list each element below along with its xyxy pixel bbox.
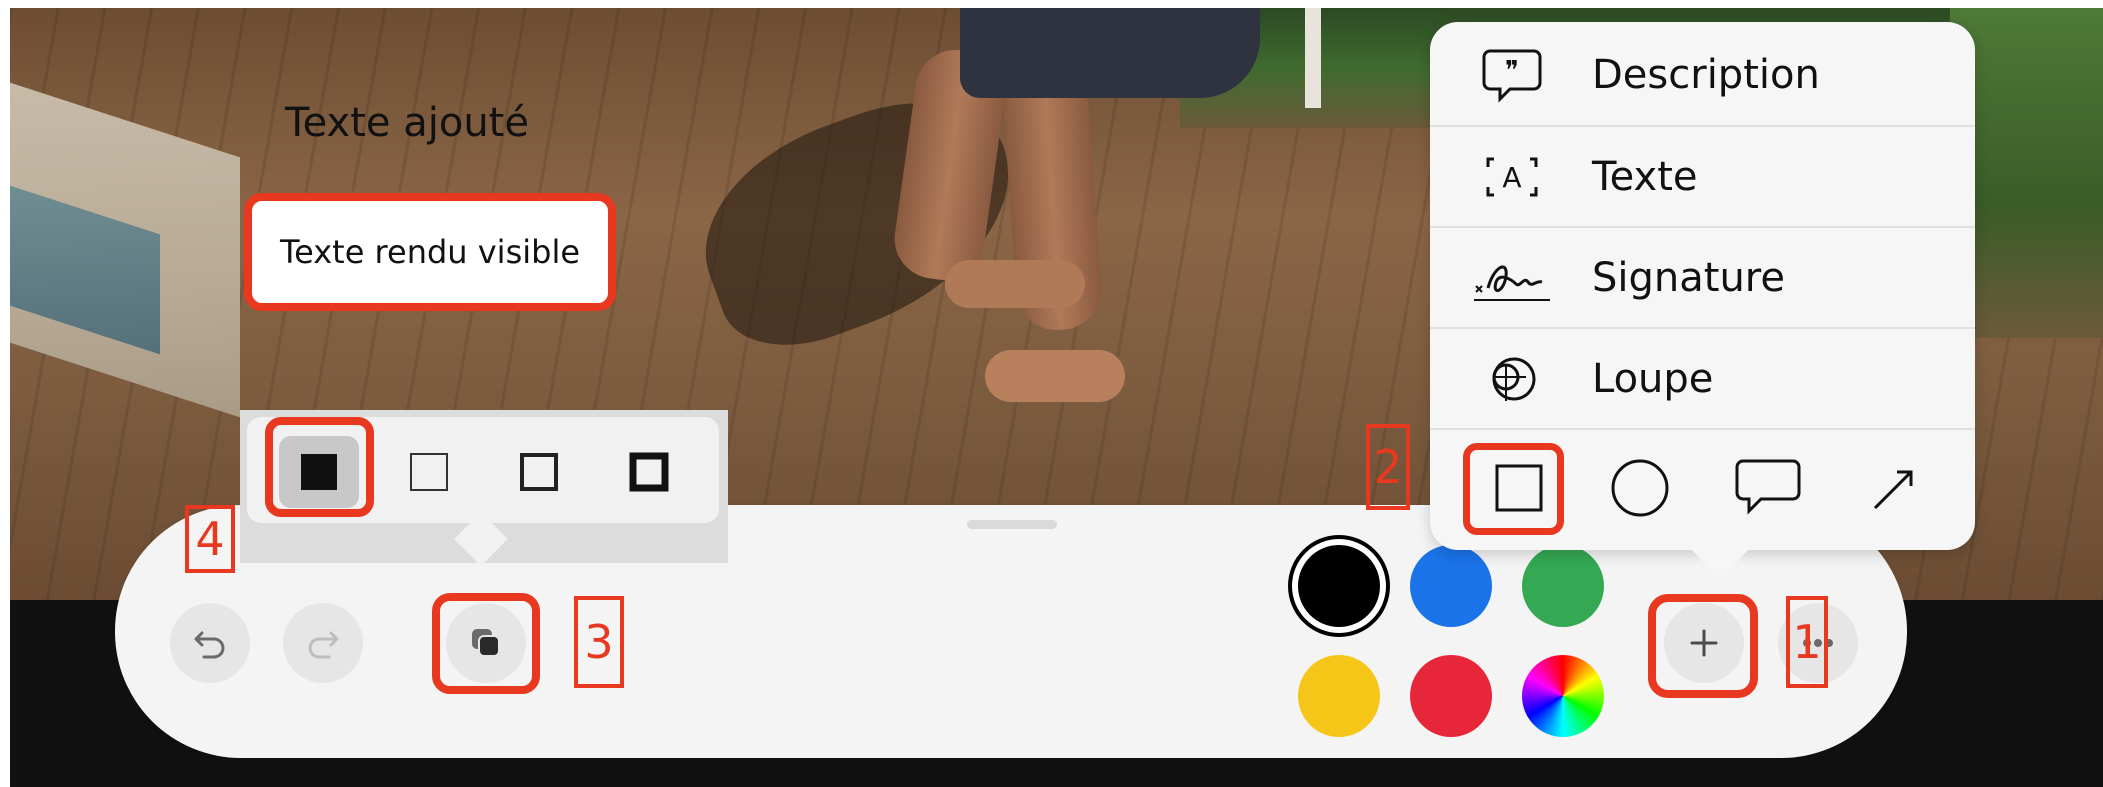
arrow-shape-icon bbox=[1873, 470, 1913, 510]
color-swatch-blue[interactable] bbox=[1410, 545, 1492, 627]
speech-bubble-quote-icon: ❞ bbox=[1452, 25, 1572, 125]
redo-button[interactable] bbox=[283, 603, 363, 683]
undo-icon bbox=[194, 631, 225, 659]
menu-item-label: Texte bbox=[1592, 154, 1698, 200]
medium-outline-square-option[interactable] bbox=[499, 436, 579, 508]
thick-outline-square-icon bbox=[629, 452, 669, 492]
menu-item-description[interactable]: ❞ Description bbox=[1430, 25, 1975, 125]
speech-bubble-shape-button[interactable] bbox=[1733, 453, 1803, 523]
highlight-filled-square-option bbox=[265, 417, 374, 517]
medium-outline-square-icon bbox=[520, 453, 558, 491]
circle-shape-icon bbox=[1611, 459, 1669, 517]
svg-text:❞: ❞ bbox=[1505, 56, 1519, 86]
callout-number-3: 3 bbox=[574, 596, 624, 688]
color-swatch-black[interactable] bbox=[1298, 545, 1380, 627]
highlight-square-shape bbox=[1463, 443, 1564, 535]
highlight-add-button bbox=[1648, 594, 1758, 698]
redo-icon bbox=[308, 631, 339, 659]
person-foot-left bbox=[945, 260, 1085, 308]
added-text-annotation[interactable]: Texte ajouté bbox=[285, 95, 585, 151]
menu-item-label: Loupe bbox=[1592, 356, 1714, 402]
left-edge bbox=[0, 0, 10, 787]
highlight-shape-style-button bbox=[432, 593, 540, 694]
person-foot-right bbox=[985, 350, 1125, 402]
menu-divider bbox=[1430, 428, 1975, 430]
callout-number-4: 4 bbox=[185, 505, 235, 573]
textbox-label: Texte rendu visible bbox=[279, 233, 581, 271]
svg-text:A: A bbox=[1502, 161, 1521, 194]
callout-number-1: 1 bbox=[1786, 596, 1828, 688]
text-box-icon: A bbox=[1452, 127, 1572, 227]
thin-outline-square-icon bbox=[410, 453, 448, 491]
menu-item-text[interactable]: A Texte bbox=[1430, 127, 1975, 227]
visible-text-box-annotation[interactable]: Texte rendu visible bbox=[244, 193, 616, 311]
thick-outline-square-option[interactable] bbox=[609, 436, 689, 508]
menu-item-magnifier[interactable]: Loupe bbox=[1430, 329, 1975, 429]
color-swatch-green[interactable] bbox=[1522, 545, 1604, 627]
callout-number-2: 2 bbox=[1366, 424, 1410, 510]
thin-outline-square-option[interactable] bbox=[389, 436, 469, 508]
color-swatch-yellow[interactable] bbox=[1298, 655, 1380, 737]
signature-icon bbox=[1452, 228, 1572, 328]
color-wheel-swatch[interactable] bbox=[1522, 655, 1604, 737]
menu-item-label: Description bbox=[1592, 52, 1820, 98]
color-swatch-red[interactable] bbox=[1410, 655, 1492, 737]
speech-bubble-shape-icon bbox=[1735, 459, 1801, 515]
magnifier-icon bbox=[1452, 329, 1572, 429]
top-edge bbox=[0, 0, 2103, 8]
person-shorts bbox=[960, 8, 1260, 98]
menu-item-signature[interactable]: Signature bbox=[1430, 228, 1975, 328]
screenshot-stage: Texte ajouté Texte rendu visible ❞ Descr… bbox=[0, 0, 2103, 787]
undo-button[interactable] bbox=[170, 603, 250, 683]
toolbar-grabber[interactable] bbox=[967, 520, 1057, 529]
circle-shape-button[interactable] bbox=[1605, 453, 1675, 523]
background-post bbox=[1305, 8, 1321, 108]
menu-item-label: Signature bbox=[1592, 255, 1785, 301]
arrow-shape-button[interactable] bbox=[1860, 453, 1930, 523]
